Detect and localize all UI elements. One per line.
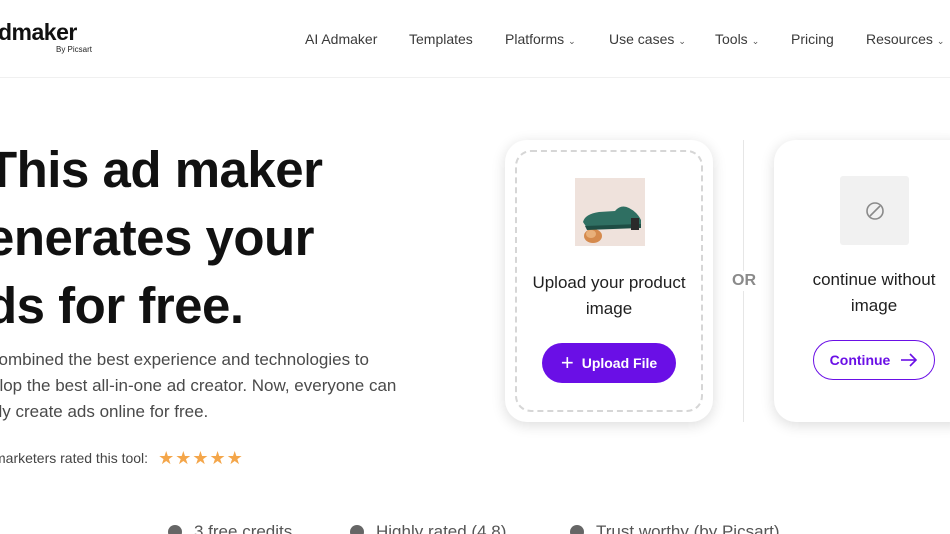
rating-icon <box>350 525 364 534</box>
nav-item-ai-admaker[interactable]: AI Admaker <box>305 30 377 48</box>
chevron-down-icon: ⌄ <box>751 36 760 46</box>
feature-item: Trust worthy (by Picsart) <box>570 522 780 534</box>
hero-description-line: kly create ads online for free. <box>0 402 209 421</box>
credit-icon <box>168 525 182 534</box>
nav-item-label: Pricing <box>791 31 834 47</box>
feature-item: 3 free credits <box>168 522 292 534</box>
or-separator: OR <box>726 271 762 291</box>
nav-item-platforms[interactable]: Platforms ⌄ <box>505 30 576 50</box>
features-row: 3 free credits Highly rated (4.8) Trust … <box>0 522 950 534</box>
chevron-down-icon: ⌄ <box>936 36 945 46</box>
main-nav: AI Admaker Templates Platforms ⌄ Use case… <box>0 30 950 50</box>
chevron-down-icon: ⌄ <box>678 36 686 46</box>
arrow-right-icon <box>901 353 918 367</box>
continue-label: Continue <box>829 352 891 368</box>
star-icon: ★ <box>175 448 192 468</box>
hero-description: combined the best experience and technol… <box>0 347 450 425</box>
rating-stars: ★ ★ ★ ★ ★ <box>158 449 244 467</box>
upload-file-label: Upload File <box>581 355 658 371</box>
hero-description-line: combined the best experience and technol… <box>0 350 369 369</box>
upload-card-title: Upload your product image <box>532 273 686 318</box>
continue-card-title: continue without image <box>812 270 936 315</box>
continue-button[interactable]: Continue <box>813 340 935 380</box>
feature-label: Highly rated (4.8) <box>376 522 507 534</box>
no-image-icon <box>840 176 909 245</box>
feature-label: Trust worthy (by Picsart) <box>596 522 780 534</box>
nav-item-templates[interactable]: Templates <box>409 30 473 48</box>
rating-row: marketers rated this tool: ★ ★ ★ ★ ★ <box>0 449 244 467</box>
hero-title: This ad maker enerates your ds for free. <box>0 136 323 340</box>
nav-item-label: Tools <box>715 31 748 47</box>
nav-item-tools[interactable]: Tools ⌄ <box>715 30 759 50</box>
nav-item-label: Use cases <box>609 31 675 47</box>
nav-item-label: AI Admaker <box>305 31 378 47</box>
site-header: dmaker By Picsart AI Admaker Templates P… <box>0 0 950 78</box>
hero-title-line: ds for free. <box>0 277 244 334</box>
nav-item-label: Resources <box>866 31 933 47</box>
nav-item-use-cases[interactable]: Use cases ⌄ <box>609 30 686 50</box>
star-icon: ★ <box>226 448 243 468</box>
star-icon: ★ <box>158 448 175 468</box>
feature-item: Highly rated (4.8) <box>350 522 506 534</box>
rating-label: marketers rated this tool: <box>0 450 149 466</box>
shield-icon <box>570 525 584 534</box>
upload-file-button[interactable]: + Upload File <box>542 343 676 383</box>
hero-description-line: elop the best all-in-one ad creator. Now… <box>0 376 397 395</box>
nav-item-resources[interactable]: Resources ⌄ <box>866 30 944 50</box>
nav-item-label: Platforms <box>505 31 565 47</box>
star-icon: ★ <box>209 448 226 468</box>
shoe-product-image <box>575 178 645 246</box>
feature-label: 3 free credits <box>194 522 293 534</box>
hero-title-line: This ad maker <box>0 141 323 198</box>
nav-item-pricing[interactable]: Pricing <box>791 30 834 48</box>
hero-title-line: enerates your <box>0 209 315 266</box>
plus-icon: + <box>560 350 574 375</box>
chevron-down-icon: ⌄ <box>568 36 576 46</box>
star-icon: ★ <box>192 448 209 468</box>
nav-item-label: Templates <box>409 31 473 47</box>
